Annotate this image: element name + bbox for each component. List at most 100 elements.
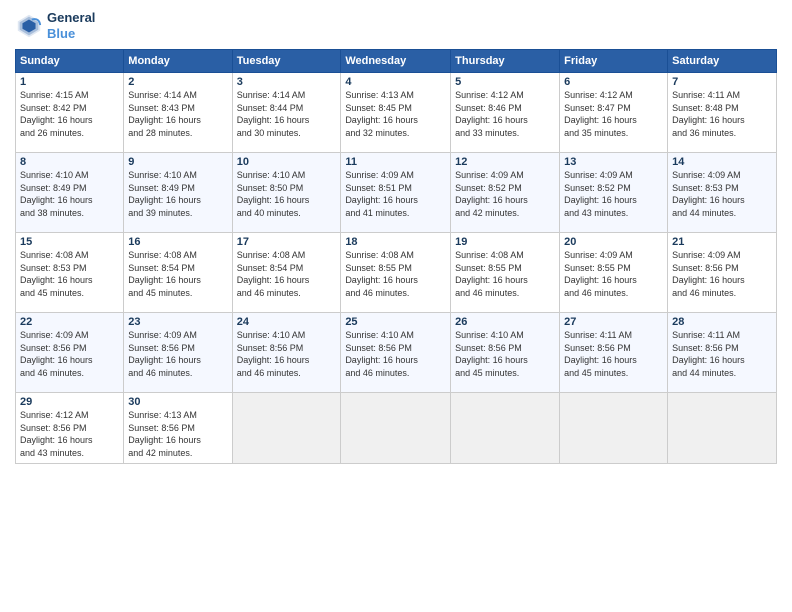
day-number: 18 bbox=[345, 236, 446, 248]
day-number: 2 bbox=[128, 76, 227, 88]
calendar-cell: 29Sunrise: 4:12 AM Sunset: 8:56 PM Dayli… bbox=[16, 393, 124, 463]
day-number: 8 bbox=[20, 156, 119, 168]
day-info: Sunrise: 4:10 AM Sunset: 8:56 PM Dayligh… bbox=[455, 329, 555, 379]
calendar-cell bbox=[560, 393, 668, 463]
day-number: 1 bbox=[20, 76, 119, 88]
day-info: Sunrise: 4:09 AM Sunset: 8:56 PM Dayligh… bbox=[20, 329, 119, 379]
calendar-cell: 23Sunrise: 4:09 AM Sunset: 8:56 PM Dayli… bbox=[124, 313, 232, 393]
calendar-cell: 27Sunrise: 4:11 AM Sunset: 8:56 PM Dayli… bbox=[560, 313, 668, 393]
calendar-cell: 8Sunrise: 4:10 AM Sunset: 8:49 PM Daylig… bbox=[16, 153, 124, 233]
day-number: 5 bbox=[455, 76, 555, 88]
calendar-cell: 6Sunrise: 4:12 AM Sunset: 8:47 PM Daylig… bbox=[560, 73, 668, 153]
calendar-table: SundayMondayTuesdayWednesdayThursdayFrid… bbox=[15, 49, 777, 463]
day-info: Sunrise: 4:09 AM Sunset: 8:56 PM Dayligh… bbox=[672, 249, 772, 299]
day-info: Sunrise: 4:09 AM Sunset: 8:55 PM Dayligh… bbox=[564, 249, 663, 299]
day-number: 21 bbox=[672, 236, 772, 248]
day-number: 13 bbox=[564, 156, 663, 168]
day-info: Sunrise: 4:09 AM Sunset: 8:52 PM Dayligh… bbox=[455, 169, 555, 219]
day-number: 9 bbox=[128, 156, 227, 168]
calendar-cell: 25Sunrise: 4:10 AM Sunset: 8:56 PM Dayli… bbox=[341, 313, 451, 393]
calendar-cell: 1Sunrise: 4:15 AM Sunset: 8:42 PM Daylig… bbox=[16, 73, 124, 153]
weekday-header-wednesday: Wednesday bbox=[341, 50, 451, 73]
calendar-cell: 17Sunrise: 4:08 AM Sunset: 8:54 PM Dayli… bbox=[232, 233, 341, 313]
calendar-cell: 12Sunrise: 4:09 AM Sunset: 8:52 PM Dayli… bbox=[451, 153, 560, 233]
calendar-cell: 16Sunrise: 4:08 AM Sunset: 8:54 PM Dayli… bbox=[124, 233, 232, 313]
day-info: Sunrise: 4:09 AM Sunset: 8:52 PM Dayligh… bbox=[564, 169, 663, 219]
day-number: 3 bbox=[237, 76, 337, 88]
day-info: Sunrise: 4:10 AM Sunset: 8:49 PM Dayligh… bbox=[128, 169, 227, 219]
day-info: Sunrise: 4:08 AM Sunset: 8:53 PM Dayligh… bbox=[20, 249, 119, 299]
day-number: 20 bbox=[564, 236, 663, 248]
calendar-cell: 9Sunrise: 4:10 AM Sunset: 8:49 PM Daylig… bbox=[124, 153, 232, 233]
day-info: Sunrise: 4:14 AM Sunset: 8:44 PM Dayligh… bbox=[237, 89, 337, 139]
day-number: 19 bbox=[455, 236, 555, 248]
day-info: Sunrise: 4:11 AM Sunset: 8:56 PM Dayligh… bbox=[672, 329, 772, 379]
day-number: 14 bbox=[672, 156, 772, 168]
calendar-cell: 3Sunrise: 4:14 AM Sunset: 8:44 PM Daylig… bbox=[232, 73, 341, 153]
calendar-week-row: 22Sunrise: 4:09 AM Sunset: 8:56 PM Dayli… bbox=[16, 313, 777, 393]
calendar-cell bbox=[232, 393, 341, 463]
header: General Blue bbox=[15, 10, 777, 41]
calendar-cell bbox=[668, 393, 777, 463]
calendar-cell: 15Sunrise: 4:08 AM Sunset: 8:53 PM Dayli… bbox=[16, 233, 124, 313]
day-info: Sunrise: 4:08 AM Sunset: 8:54 PM Dayligh… bbox=[128, 249, 227, 299]
day-number: 23 bbox=[128, 316, 227, 328]
calendar-week-row: 15Sunrise: 4:08 AM Sunset: 8:53 PM Dayli… bbox=[16, 233, 777, 313]
day-info: Sunrise: 4:08 AM Sunset: 8:55 PM Dayligh… bbox=[455, 249, 555, 299]
weekday-header-sunday: Sunday bbox=[16, 50, 124, 73]
calendar-cell: 22Sunrise: 4:09 AM Sunset: 8:56 PM Dayli… bbox=[16, 313, 124, 393]
weekday-header-thursday: Thursday bbox=[451, 50, 560, 73]
calendar-cell: 2Sunrise: 4:14 AM Sunset: 8:43 PM Daylig… bbox=[124, 73, 232, 153]
logo-text: General Blue bbox=[47, 10, 95, 41]
calendar-cell bbox=[451, 393, 560, 463]
day-info: Sunrise: 4:12 AM Sunset: 8:46 PM Dayligh… bbox=[455, 89, 555, 139]
day-info: Sunrise: 4:08 AM Sunset: 8:55 PM Dayligh… bbox=[345, 249, 446, 299]
day-number: 11 bbox=[345, 156, 446, 168]
calendar-cell: 20Sunrise: 4:09 AM Sunset: 8:55 PM Dayli… bbox=[560, 233, 668, 313]
weekday-header-friday: Friday bbox=[560, 50, 668, 73]
page: General Blue SundayMondayTuesdayWednesda… bbox=[0, 0, 792, 612]
weekday-header-monday: Monday bbox=[124, 50, 232, 73]
weekday-header-tuesday: Tuesday bbox=[232, 50, 341, 73]
calendar-cell: 13Sunrise: 4:09 AM Sunset: 8:52 PM Dayli… bbox=[560, 153, 668, 233]
day-info: Sunrise: 4:08 AM Sunset: 8:54 PM Dayligh… bbox=[237, 249, 337, 299]
day-info: Sunrise: 4:15 AM Sunset: 8:42 PM Dayligh… bbox=[20, 89, 119, 139]
day-info: Sunrise: 4:11 AM Sunset: 8:56 PM Dayligh… bbox=[564, 329, 663, 379]
calendar-cell: 5Sunrise: 4:12 AM Sunset: 8:46 PM Daylig… bbox=[451, 73, 560, 153]
day-info: Sunrise: 4:10 AM Sunset: 8:56 PM Dayligh… bbox=[345, 329, 446, 379]
day-number: 15 bbox=[20, 236, 119, 248]
day-info: Sunrise: 4:12 AM Sunset: 8:47 PM Dayligh… bbox=[564, 89, 663, 139]
day-number: 10 bbox=[237, 156, 337, 168]
day-info: Sunrise: 4:12 AM Sunset: 8:56 PM Dayligh… bbox=[20, 409, 119, 459]
day-number: 17 bbox=[237, 236, 337, 248]
calendar-cell: 7Sunrise: 4:11 AM Sunset: 8:48 PM Daylig… bbox=[668, 73, 777, 153]
calendar-cell: 26Sunrise: 4:10 AM Sunset: 8:56 PM Dayli… bbox=[451, 313, 560, 393]
logo-icon bbox=[15, 12, 43, 40]
day-info: Sunrise: 4:13 AM Sunset: 8:56 PM Dayligh… bbox=[128, 409, 227, 459]
day-number: 27 bbox=[564, 316, 663, 328]
calendar-cell: 19Sunrise: 4:08 AM Sunset: 8:55 PM Dayli… bbox=[451, 233, 560, 313]
calendar-cell: 10Sunrise: 4:10 AM Sunset: 8:50 PM Dayli… bbox=[232, 153, 341, 233]
day-number: 7 bbox=[672, 76, 772, 88]
day-info: Sunrise: 4:13 AM Sunset: 8:45 PM Dayligh… bbox=[345, 89, 446, 139]
calendar-week-row: 8 Sunrise: 4:10 AM Sunset: 8:49 PM Daylig… bbox=[16, 153, 777, 233]
day-number: 6 bbox=[564, 76, 663, 88]
day-number: 26 bbox=[455, 316, 555, 328]
day-info: Sunrise: 4:09 AM Sunset: 8:56 PM Dayligh… bbox=[128, 329, 227, 379]
day-info: Sunrise: 4:09 AM Sunset: 8:53 PM Dayligh… bbox=[672, 169, 772, 219]
day-info: Sunrise: 4:10 AM Sunset: 8:50 PM Dayligh… bbox=[237, 169, 337, 219]
day-info: Sunrise: 4:09 AM Sunset: 8:51 PM Dayligh… bbox=[345, 169, 446, 219]
day-number: 30 bbox=[128, 396, 227, 408]
day-number: 28 bbox=[672, 316, 772, 328]
day-number: 29 bbox=[20, 396, 119, 408]
calendar-cell: 18Sunrise: 4:08 AM Sunset: 8:55 PM Dayli… bbox=[341, 233, 451, 313]
calendar-cell: 21Sunrise: 4:09 AM Sunset: 8:56 PM Dayli… bbox=[668, 233, 777, 313]
calendar-cell: 4Sunrise: 4:13 AM Sunset: 8:45 PM Daylig… bbox=[341, 73, 451, 153]
calendar-week-row: 29Sunrise: 4:12 AM Sunset: 8:56 PM Dayli… bbox=[16, 393, 777, 463]
day-info: Sunrise: 4:10 AM Sunset: 8:56 PM Dayligh… bbox=[237, 329, 337, 379]
day-number: 22 bbox=[20, 316, 119, 328]
calendar-cell: 24Sunrise: 4:10 AM Sunset: 8:56 PM Dayli… bbox=[232, 313, 341, 393]
weekday-header-row: SundayMondayTuesdayWednesdayThursdayFrid… bbox=[16, 50, 777, 73]
calendar-cell: 11Sunrise: 4:09 AM Sunset: 8:51 PM Dayli… bbox=[341, 153, 451, 233]
day-number: 24 bbox=[237, 316, 337, 328]
